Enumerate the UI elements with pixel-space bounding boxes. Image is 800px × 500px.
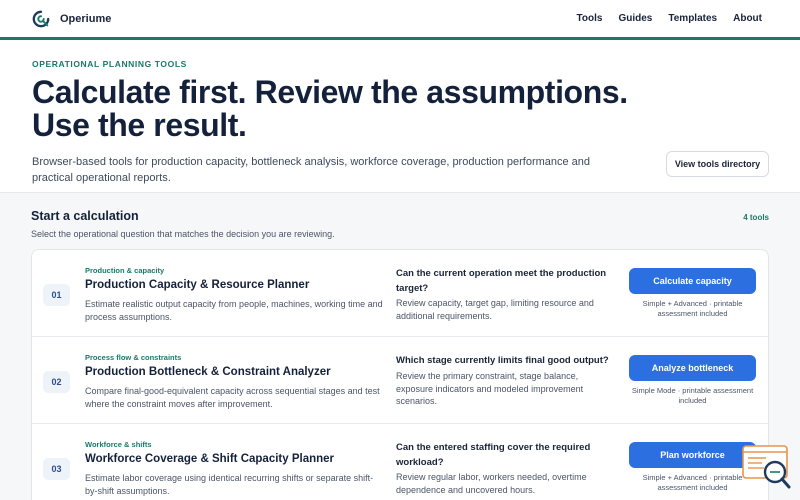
calculate-capacity-button[interactable]: Calculate capacity xyxy=(629,268,756,294)
tools-count: 4 tools xyxy=(743,213,769,222)
brand-name: Operiume xyxy=(60,12,112,25)
section-title: Start a calculation xyxy=(31,209,139,223)
hero-title: Calculate first. Review the assumptions.… xyxy=(32,76,768,142)
tool-category: Workforce & shifts xyxy=(85,440,152,449)
nav-links: Tools Guides Templates About xyxy=(577,13,762,24)
tool-description: Estimate realistic output capacity from … xyxy=(85,299,383,322)
report-search-icon xyxy=(742,445,791,489)
nav-link-templates[interactable]: Templates xyxy=(668,13,717,24)
tool-question-detail: Review the primary constraint, stage bal… xyxy=(396,371,584,406)
tool-description: Compare final-good-equivalent capacity a… xyxy=(85,386,380,409)
section-header: Start a calculation 4 tools xyxy=(31,209,769,223)
hero-eyebrow: OPERATIONAL PLANNING TOOLS xyxy=(32,59,187,69)
tool-row: 03 Workforce & shifts Workforce Coverage… xyxy=(32,424,768,500)
nav-link-tools[interactable]: Tools xyxy=(577,13,603,24)
tool-question-detail: Review regular labor, workers needed, ov… xyxy=(396,472,587,495)
tool-title[interactable]: Production Capacity & Resource Planner xyxy=(85,279,309,291)
tool-category: Process flow & constraints xyxy=(85,353,182,362)
tool-question: Which stage currently limits final good … xyxy=(396,355,609,366)
tool-question: Can the entered staffing cover the requi… xyxy=(396,442,591,468)
hero-description: Browser-based tools for production capac… xyxy=(32,156,591,184)
tool-mode-note: Simple + Advanced · printable assessment… xyxy=(642,299,743,318)
tool-description: Estimate labor coverage using identical … xyxy=(85,473,374,496)
report-search-widget[interactable] xyxy=(742,445,792,490)
tools-section: Start a calculation 4 tools Select the o… xyxy=(0,192,800,500)
hero-title-line-1: Calculate first. Review the assumptions. xyxy=(32,74,628,110)
tool-title[interactable]: Production Bottleneck & Constraint Analy… xyxy=(85,366,331,378)
tool-question: Can the current operation meet the produ… xyxy=(396,268,607,294)
analyze-bottleneck-button[interactable]: Analyze bottleneck xyxy=(629,355,756,381)
view-tools-directory-button[interactable]: View tools directory xyxy=(666,151,769,177)
hero: OPERATIONAL PLANNING TOOLS Calculate fir… xyxy=(0,40,800,190)
tool-mode-note: Simple Mode · printable assessment inclu… xyxy=(631,386,754,405)
brand-logo[interactable]: Operiume xyxy=(32,10,111,28)
tool-number: 03 xyxy=(43,458,70,480)
tool-number: 01 xyxy=(43,284,70,306)
top-nav: Operiume Tools Guides Templates About xyxy=(0,0,800,40)
tool-mode-note: Simple + Advanced · printable assessment… xyxy=(642,473,743,492)
tools-list: 01 Production & capacity Production Capa… xyxy=(31,249,769,500)
tool-question-detail: Review capacity, target gap, limiting re… xyxy=(396,298,594,321)
section-subtitle: Select the operational question that mat… xyxy=(31,229,335,239)
tool-row: 02 Process flow & constraints Production… xyxy=(32,337,768,424)
tool-title[interactable]: Workforce Coverage & Shift Capacity Plan… xyxy=(85,453,334,465)
brand-logo-icon xyxy=(32,10,50,27)
tool-row: 01 Production & capacity Production Capa… xyxy=(32,250,768,337)
nav-link-about[interactable]: About xyxy=(733,13,762,24)
nav-link-guides[interactable]: Guides xyxy=(618,13,652,24)
tool-number: 02 xyxy=(43,371,70,393)
hero-title-line-2: Use the result. xyxy=(32,107,247,143)
plan-workforce-button[interactable]: Plan workforce xyxy=(629,442,756,468)
tool-category: Production & capacity xyxy=(85,266,165,275)
